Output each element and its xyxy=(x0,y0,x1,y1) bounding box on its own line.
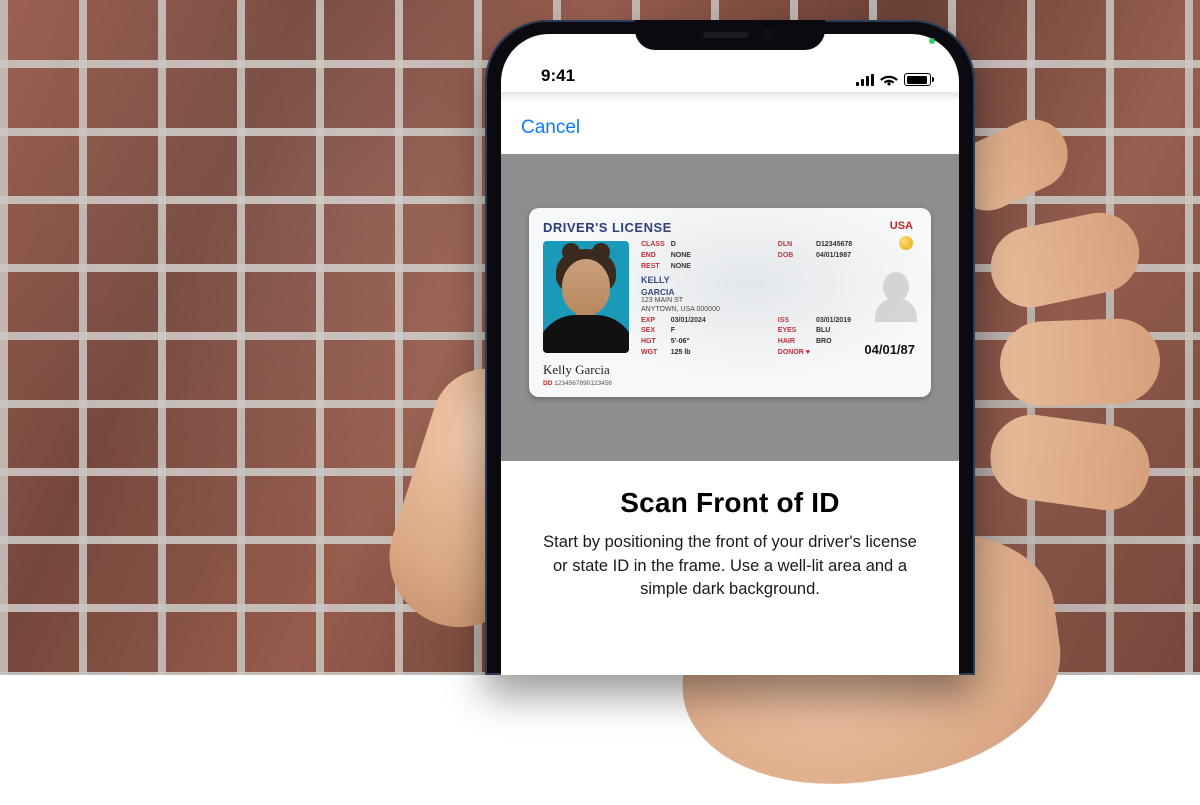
status-time: 9:41 xyxy=(529,66,575,86)
battery-icon xyxy=(904,73,931,86)
sheet-header: Cancel xyxy=(501,102,959,154)
instruction-body: Start by positioning the front of your d… xyxy=(535,531,925,603)
id-photo xyxy=(543,241,629,353)
instruction-panel: Scan Front of ID Start by positioning th… xyxy=(501,461,959,603)
cellular-signal-icon xyxy=(856,74,874,86)
wifi-icon xyxy=(880,73,898,86)
sheet-top-edge xyxy=(501,92,959,102)
id-card-preview: DRIVER'S LICENSE USA 04/01/87 CLASSD DLN… xyxy=(529,208,931,397)
id-ghost-photo xyxy=(875,266,917,322)
camera-active-indicator xyxy=(929,38,935,44)
camera-viewfinder[interactable]: DRIVER'S LICENSE USA 04/01/87 CLASSD DLN… xyxy=(501,154,959,461)
id-country: USA xyxy=(890,220,913,232)
iphone-device-frame: 9:41 Cancel DRIVER'S LICENSE USA 04/01/8… xyxy=(485,20,975,675)
instruction-title: Scan Front of ID xyxy=(535,487,925,519)
real-id-star-icon xyxy=(899,236,913,250)
phone-screen: 9:41 Cancel DRIVER'S LICENSE USA 04/01/8… xyxy=(501,34,959,675)
device-notch xyxy=(635,20,825,50)
cancel-button[interactable]: Cancel xyxy=(521,117,580,139)
id-large-dob: 04/01/87 xyxy=(864,342,915,357)
